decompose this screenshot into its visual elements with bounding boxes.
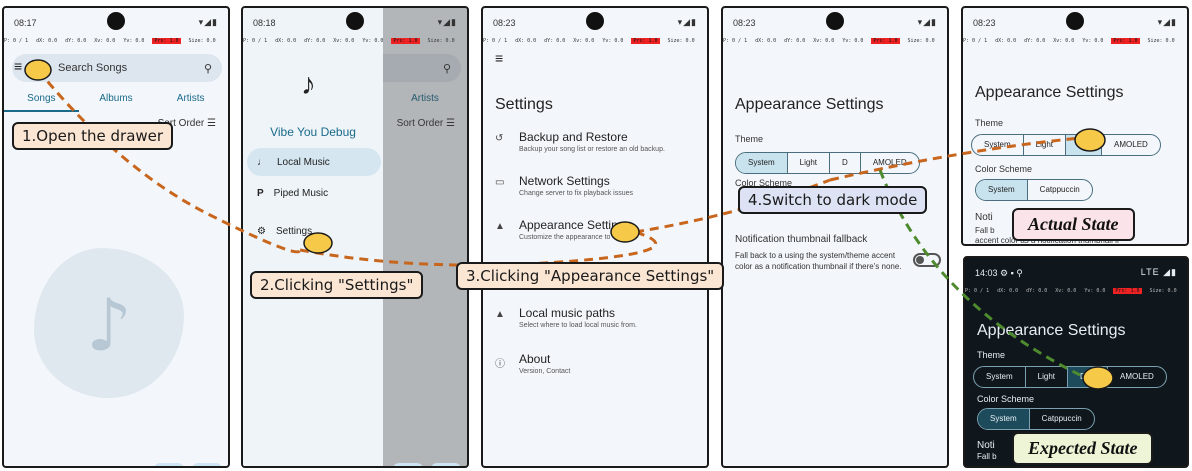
callout-step4: 4.Switch to dark mode	[738, 186, 928, 214]
callout-step2: 2.Clicking "Settings"	[250, 271, 424, 299]
arrow-step2	[299, 230, 658, 267]
callout-step1: 1.Open the drawer	[12, 122, 174, 150]
actual-state-label: Actual State	[1012, 208, 1135, 241]
tap-hand-icon	[24, 59, 1114, 390]
arrow-step4	[829, 136, 1081, 182]
expected-state-label: Expected State	[1012, 432, 1154, 465]
arrow-step1	[36, 69, 302, 254]
callout-step3: 3.Clicking "Appearance Settings"	[456, 262, 725, 290]
